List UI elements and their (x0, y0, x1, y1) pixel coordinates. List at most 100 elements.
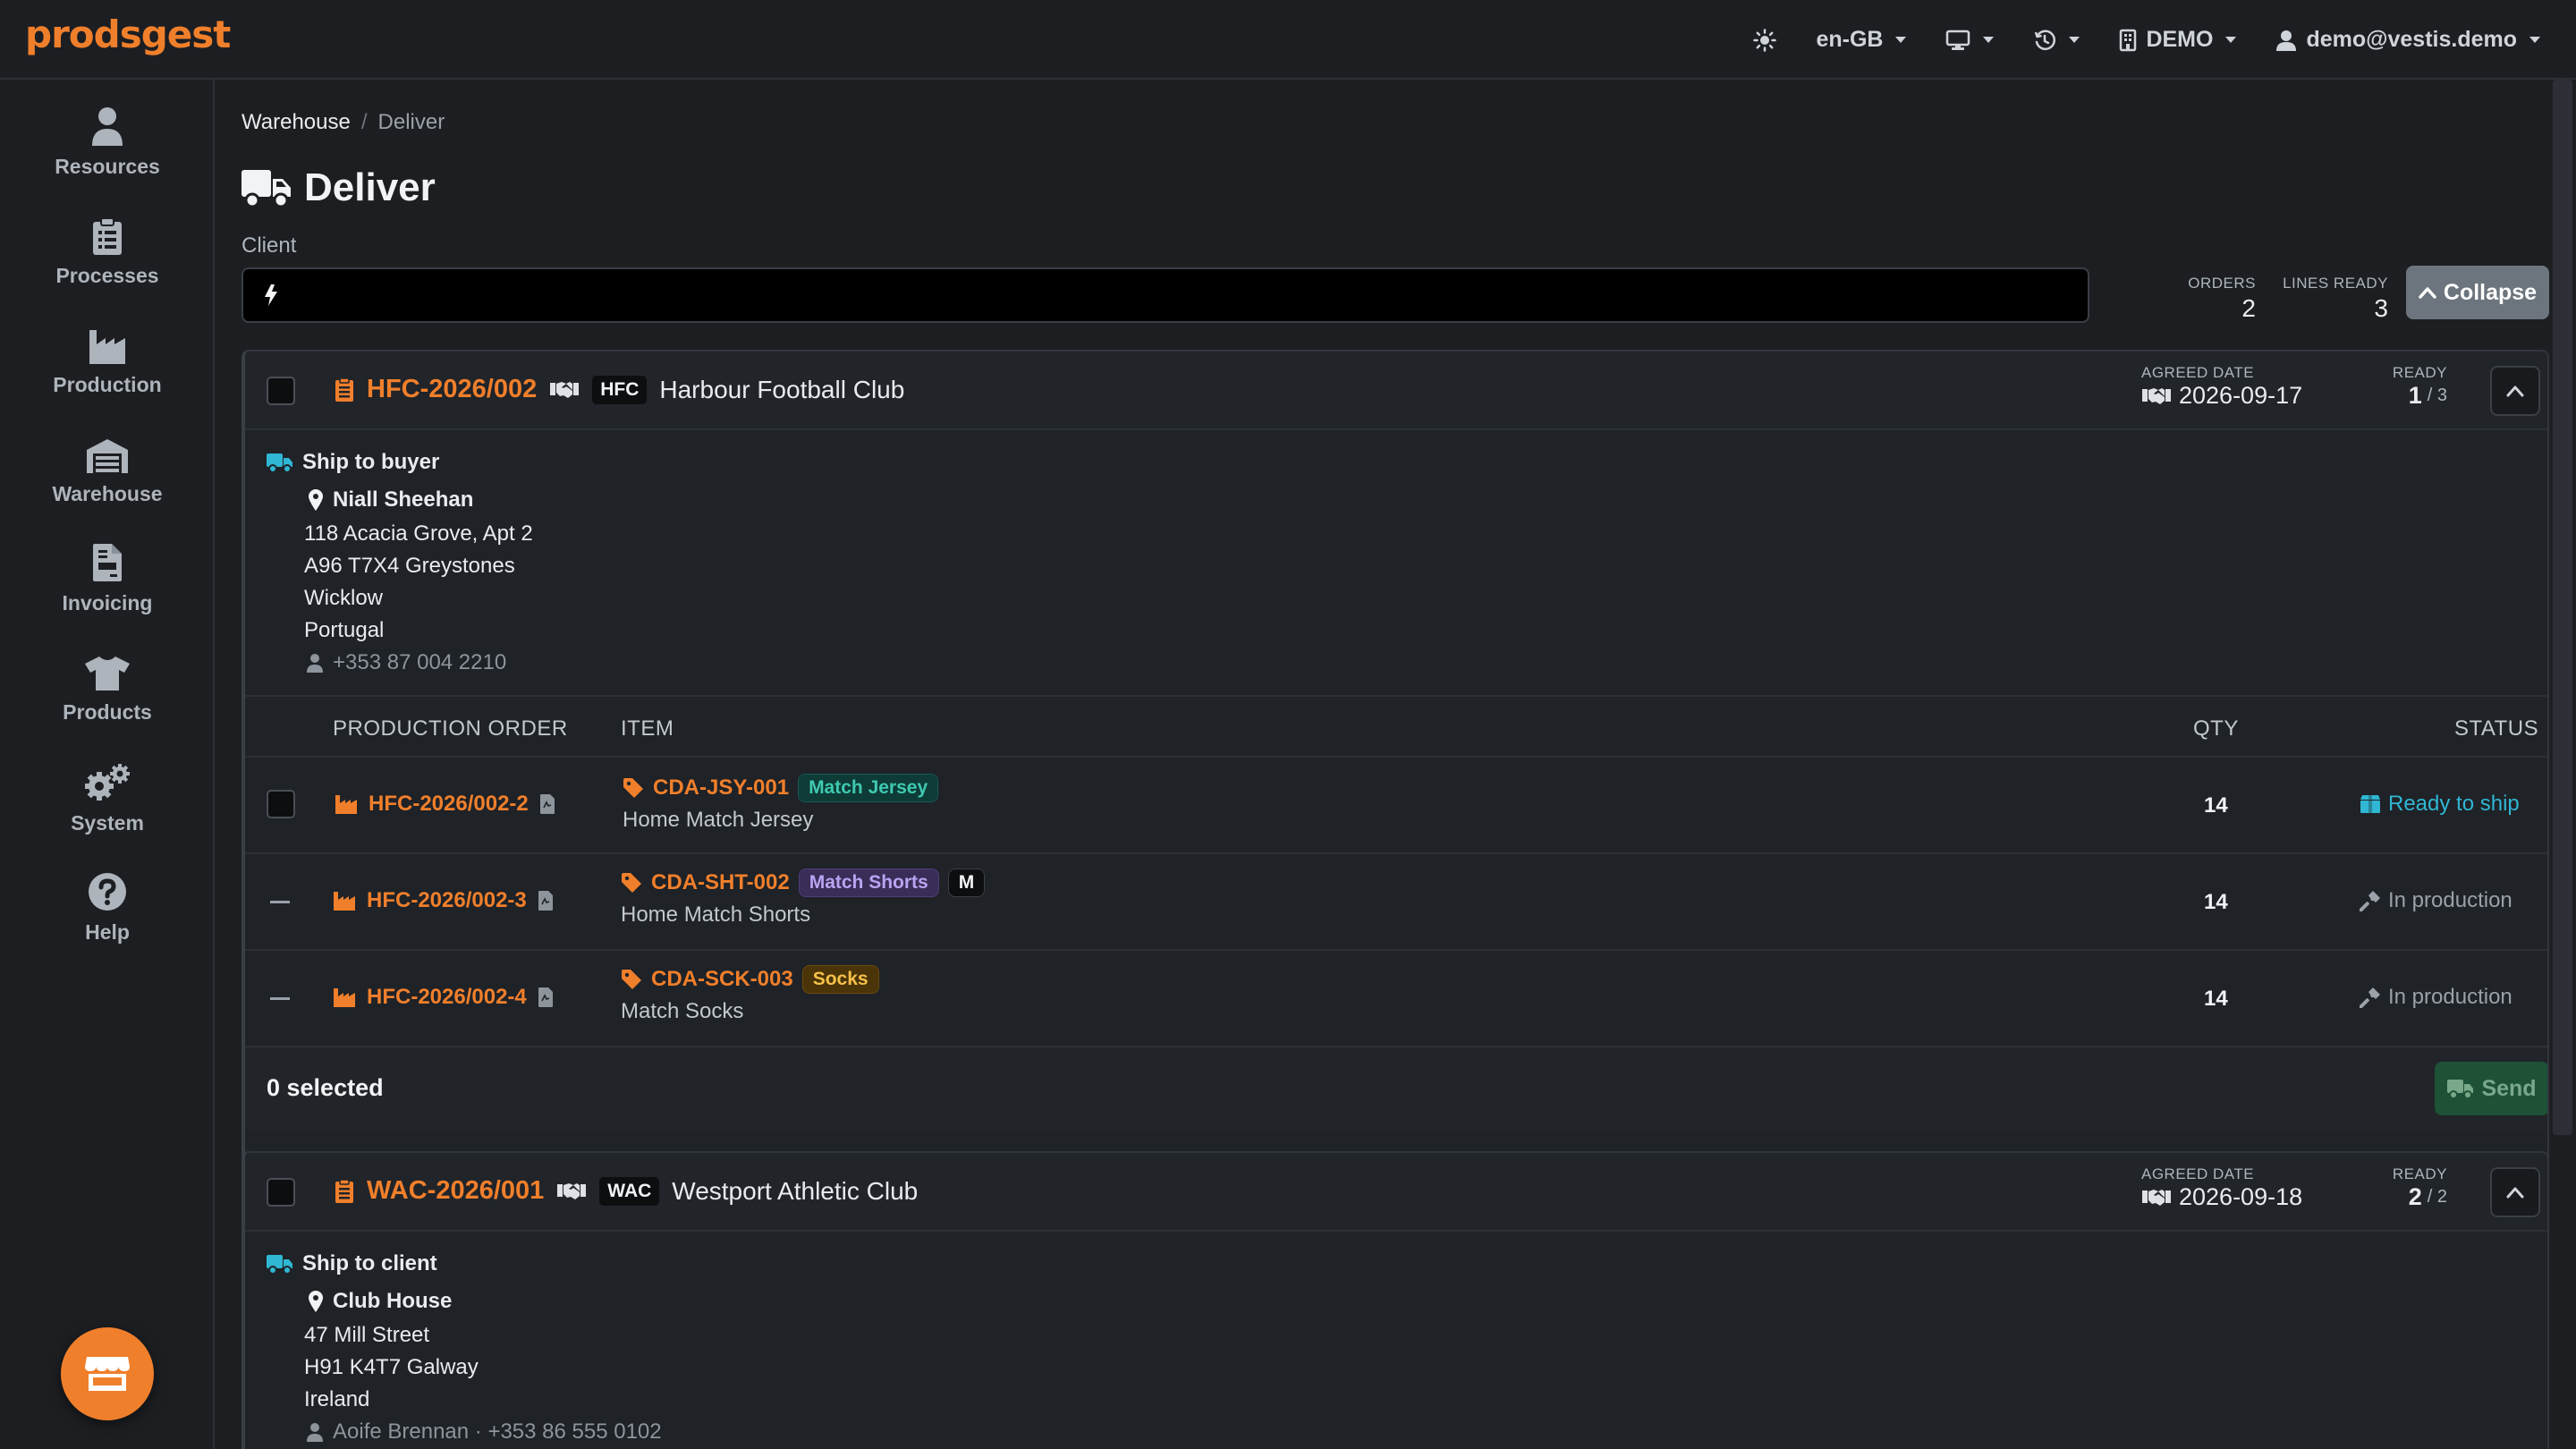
sidebar-item-help[interactable]: Help (0, 869, 215, 967)
gears-icon (84, 763, 131, 802)
collapse-label: Collapse (2443, 279, 2538, 305)
sidebar-item-system[interactable]: System (0, 759, 215, 858)
client-code-badge: HFC (592, 375, 648, 404)
order-title: WAC-2026/001 WAC Westport Athletic Club (335, 1176, 918, 1206)
pdf-file-icon[interactable] (539, 793, 555, 815)
locale-dropdown[interactable]: en-GB (1816, 27, 1907, 53)
clipboard-icon (335, 377, 354, 402)
sku-code[interactable]: CDA-JSY-001 (653, 775, 789, 801)
contact-person: Aoife Brennan · +353 86 555 0102 (306, 1419, 662, 1445)
production-order-link[interactable]: HFC-2026/002-3 (333, 888, 554, 913)
breadcrumb-warehouse[interactable]: Warehouse (242, 110, 351, 135)
line-select-checkbox[interactable] (267, 790, 295, 818)
sidebar-item-label: System (71, 811, 144, 835)
not-selectable-dash (270, 901, 290, 903)
item-description: Home Match Jersey (623, 808, 814, 832)
send-button[interactable]: Send (2435, 1062, 2547, 1115)
monitor-icon (1945, 29, 1970, 52)
sidebar-item-products[interactable]: Products (0, 648, 215, 747)
order-collapse-toggle[interactable] (2490, 1167, 2540, 1217)
client-search-input[interactable] (242, 267, 2089, 323)
history-dropdown[interactable] (2033, 29, 2080, 52)
production-order-link[interactable]: HFC-2026/002-2 (335, 792, 555, 817)
item-cell: CDA-SHT-002 Match Shorts M Home Match Sh… (621, 869, 986, 928)
status-text: Ready to ship (2388, 792, 2520, 816)
production-order-number: HFC-2026/002-4 (367, 985, 527, 1009)
line-qty: 14 (2204, 890, 2228, 914)
sidebar-item-processes[interactable]: Processes (0, 212, 215, 310)
order-collapse-toggle[interactable] (2490, 366, 2540, 416)
sidebar-item-warehouse[interactable]: Warehouse (0, 430, 215, 529)
map-pin-icon (308, 1290, 324, 1313)
chevron-up-icon (2506, 385, 2524, 397)
sidebar: Resources Processes Production Warehouse… (0, 80, 215, 1449)
production-order-number: HFC-2026/002-2 (369, 792, 529, 816)
user-icon (306, 653, 324, 673)
lines-table-header: PRODUCTION ORDER ITEM QTY STATUS (245, 695, 2547, 758)
address-line: 47 Mill Street (304, 1323, 430, 1347)
sidebar-item-label: Products (63, 700, 152, 724)
sidebar-item-label: Production (53, 373, 162, 396)
ship-title: Ship to client (267, 1251, 437, 1276)
chevron-up-icon (2506, 1186, 2524, 1199)
ready-total: / 3 (2427, 386, 2447, 405)
sku-code[interactable]: CDA-SHT-002 (651, 870, 790, 895)
table-row: HFC-2026/002-2 CDA-JSY-001 Match Jersey … (245, 758, 2547, 854)
sku-code[interactable]: CDA-SCK-003 (651, 967, 793, 992)
help-icon (88, 872, 127, 911)
send-label: Send (2481, 1075, 2537, 1101)
status-text: In production (2388, 985, 2512, 1009)
address-line: Wicklow (304, 586, 383, 610)
history-icon (2033, 29, 2056, 52)
handshake-icon (549, 379, 580, 401)
order-number[interactable]: HFC-2026/002 (367, 375, 537, 404)
company-dropdown[interactable]: DEMO (2119, 27, 2237, 53)
user-icon (306, 1422, 324, 1442)
production-order-link[interactable]: HFC-2026/002-4 (333, 985, 554, 1010)
sidebar-item-production[interactable]: Production (0, 321, 215, 419)
sidebar-item-resources[interactable]: Resources (0, 103, 215, 201)
item-description: Match Socks (621, 999, 744, 1023)
chevron-down-icon (2069, 37, 2080, 43)
invoice-icon (92, 543, 123, 582)
display-dropdown[interactable] (1945, 29, 1995, 52)
handshake-icon (2141, 386, 2172, 407)
col-item: ITEM (621, 716, 674, 741)
item-cell: CDA-SCK-003 Socks Match Socks (621, 965, 879, 1024)
page-scrollbar[interactable] (2553, 80, 2572, 1135)
lines-ready-value: 3 (2374, 294, 2388, 322)
brand-logo[interactable]: prodsgest (25, 13, 231, 56)
ready-count-value: 1 (2408, 382, 2422, 409)
order-select-checkbox[interactable] (267, 377, 295, 405)
ready-count: READY 2 / 2 (2374, 1165, 2447, 1211)
theme-toggle[interactable] (1753, 28, 1777, 52)
order-number[interactable]: WAC-2026/001 (367, 1176, 544, 1206)
store-fab-button[interactable] (61, 1327, 154, 1420)
sidebar-item-invoicing[interactable]: Invoicing (0, 539, 215, 638)
sun-icon (1753, 28, 1777, 52)
handshake-icon (2141, 1187, 2172, 1208)
status-text: In production (2388, 888, 2512, 912)
item-cell: CDA-JSY-001 Match Jersey Home Match Jers… (623, 774, 939, 833)
chevron-down-icon (2529, 37, 2540, 43)
item-description: Home Match Shorts (621, 902, 811, 927)
chevron-down-icon (2225, 37, 2237, 43)
truck-icon (267, 1253, 293, 1275)
pdf-file-icon[interactable] (538, 890, 554, 911)
ship-contact-name: Club House (308, 1289, 452, 1314)
user-menu[interactable]: demo@vestis.demo (2275, 27, 2540, 53)
pdf-file-icon[interactable] (538, 987, 554, 1008)
tag-icon (623, 777, 644, 799)
category-badge: Socks (801, 965, 879, 994)
ready-count-value: 2 (2408, 1183, 2422, 1210)
hammer-icon (2360, 890, 2381, 911)
collapse-all-button[interactable]: Collapse (2406, 266, 2549, 319)
line-qty: 14 (2204, 793, 2228, 818)
shirt-icon (84, 656, 131, 691)
order-select-checkbox[interactable] (267, 1178, 295, 1207)
col-qty: QTY (2193, 716, 2239, 741)
ready-label: READY (2392, 364, 2447, 381)
truck-icon (267, 452, 293, 473)
col-production-order: PRODUCTION ORDER (333, 716, 568, 741)
table-row: HFC-2026/002-3 CDA-SHT-002 Match Shorts … (245, 854, 2547, 951)
